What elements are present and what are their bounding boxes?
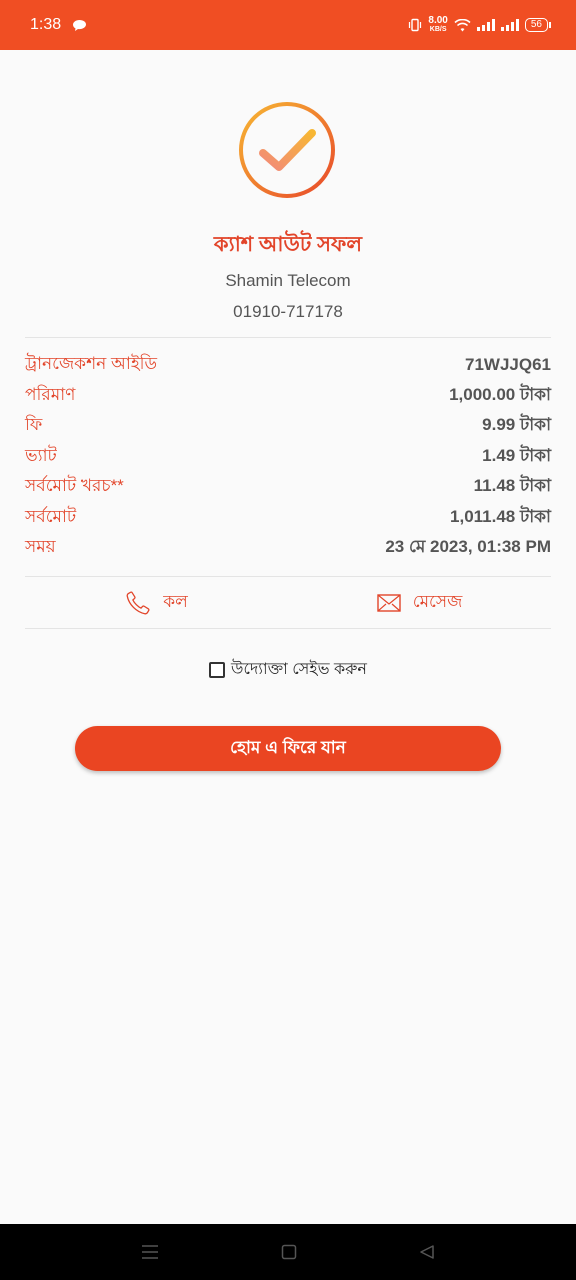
- chat-bubble-icon: [73, 19, 87, 31]
- phone-icon: [126, 591, 150, 615]
- detail-label: সর্বমোট: [25, 506, 77, 526]
- network-speed: 8.00 KB/S: [428, 16, 447, 34]
- home-square-icon[interactable]: [281, 1244, 297, 1260]
- message-button[interactable]: মেসেজ: [288, 578, 551, 628]
- detail-row-transaction-id: ট্রানজেকশন আইডি 71WJJQ61: [25, 350, 551, 381]
- detail-label: ট্রানজেকশন আইডি: [25, 354, 158, 374]
- detail-row-total: সর্বমোট 1,011.48 টাকা: [25, 503, 551, 534]
- merchant-name: Shamin Telecom: [225, 271, 351, 290]
- detail-value: 1,000.00 টাকা: [449, 384, 551, 404]
- detail-row-vat: ভ্যাট 1.49 টাকা: [25, 442, 551, 473]
- divider: [25, 628, 551, 629]
- network-speed-unit: KB/S: [429, 26, 447, 33]
- envelope-icon: [376, 594, 401, 612]
- detail-label: পরিমাণ: [25, 384, 76, 404]
- detail-label: সর্বমোট খরচ**: [25, 476, 124, 496]
- detail-value: 1,011.48 টাকা: [450, 506, 551, 526]
- detail-label: ভ্যাট: [25, 445, 57, 465]
- signal-icon-2: [500, 19, 519, 31]
- menu-icon[interactable]: [141, 1244, 159, 1260]
- battery-level: 56: [530, 19, 542, 30]
- detail-value: 23 মে 2023, 01:38 PM: [385, 537, 551, 557]
- merchant-number: 01910-717178: [233, 302, 343, 321]
- battery-icon: 56: [524, 18, 552, 32]
- save-entrepreneur-label: উদ্যোক্তা সেইভ করুন: [231, 661, 367, 678]
- status-time: 1:38: [30, 16, 62, 33]
- save-entrepreneur-row: উদ্যোক্তা সেইভ করুন: [0, 656, 576, 683]
- success-check-icon: [239, 102, 335, 198]
- back-triangle-icon[interactable]: [419, 1244, 435, 1260]
- transaction-status-title: ক্যাশ আউট সফল: [213, 233, 363, 256]
- detail-value: 9.99 টাকা: [482, 415, 551, 435]
- go-home-button[interactable]: হোম এ ফিরে যান: [75, 726, 501, 771]
- system-nav-bar: [0, 1224, 576, 1280]
- contact-actions: কল মেসেজ: [25, 578, 551, 628]
- detail-row-time: সময় 23 মে 2023, 01:38 PM: [25, 533, 551, 564]
- divider: [25, 576, 551, 577]
- save-entrepreneur-checkbox[interactable]: [209, 661, 225, 678]
- detail-value: 1.49 টাকা: [482, 445, 551, 465]
- vibrate-icon: [409, 18, 422, 32]
- network-speed-value: 8.00: [428, 15, 448, 26]
- signal-icon-1: [476, 19, 495, 31]
- call-label: কল: [163, 592, 188, 611]
- status-right: 8.00 KB/S 56: [408, 16, 552, 34]
- call-button[interactable]: কল: [25, 578, 288, 628]
- wifi-icon: [454, 18, 471, 31]
- status-bar: 1:38 8.00 KB/S 56: [0, 0, 576, 50]
- status-left: 1:38: [30, 16, 87, 34]
- divider: [25, 337, 551, 338]
- transaction-details: ট্রানজেকশন আইডি 71WJJQ61 পরিমাণ 1,000.00…: [25, 350, 551, 564]
- detail-row-fee: ফি 9.99 টাকা: [25, 411, 551, 442]
- detail-value: 11.48 টাকা: [473, 476, 551, 496]
- detail-row-amount: পরিমাণ 1,000.00 টাকা: [25, 381, 551, 412]
- detail-row-total-cost: সর্বমোট খরচ** 11.48 টাকা: [25, 472, 551, 503]
- detail-label: সময়: [25, 537, 56, 557]
- detail-label: ফি: [25, 415, 43, 435]
- message-label: মেসেজ: [412, 592, 463, 611]
- detail-value: 71WJJQ61: [465, 355, 551, 375]
